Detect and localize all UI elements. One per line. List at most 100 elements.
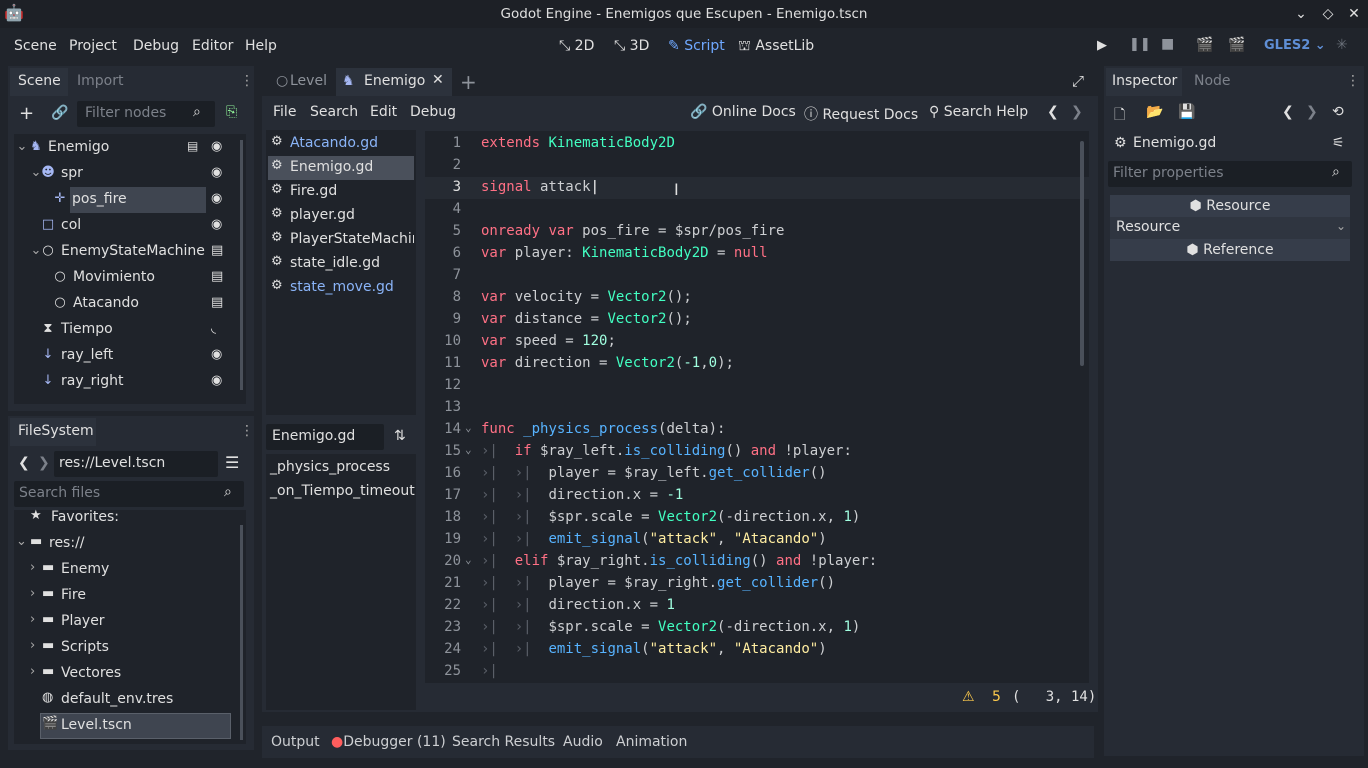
close-tab-icon[interactable]: ✕ — [432, 72, 444, 88]
tab-level[interactable]: ○ Level — [268, 68, 336, 96]
tab-filesystem[interactable]: FileSystem — [10, 418, 96, 446]
search-help-button[interactable]: ⚲ Search Help — [929, 104, 1028, 120]
visibility-icon[interactable]: ◉ — [211, 373, 222, 388]
visibility-icon[interactable]: ◉ — [211, 139, 222, 154]
folder-enemy[interactable]: › ▬ Enemy — [14, 557, 238, 583]
tab-output[interactable]: Output — [271, 734, 320, 750]
history-forward-icon[interactable]: ❯ — [1306, 104, 1318, 120]
open-folder-icon[interactable]: 📂 — [1146, 104, 1163, 120]
workspace-script[interactable]: ✎ Script — [668, 38, 725, 54]
new-tab-icon[interactable]: + — [460, 70, 477, 94]
dock-menu-icon[interactable]: ⋮ — [240, 73, 254, 89]
script-item-enemigo[interactable]: ⚙ Enemigo.gd — [268, 156, 414, 180]
script-attached-icon[interactable]: ▤ — [187, 139, 198, 153]
menu-project[interactable]: Project — [69, 38, 117, 54]
play-custom-scene-icon[interactable]: 🎬 — [1228, 37, 1245, 53]
fold-icon[interactable]: ⌄ — [465, 421, 472, 434]
minimize-button[interactable]: ⌄ — [1291, 4, 1311, 24]
script-menu-debug[interactable]: Debug — [410, 104, 456, 120]
file-default-env[interactable]: ◍ default_env.tres — [14, 687, 238, 713]
add-node-icon[interactable]: + — [19, 103, 34, 124]
file-level-tscn[interactable]: 🎬 Level.tscn — [14, 713, 238, 739]
reference-section-header[interactable]: ⬢ Reference — [1110, 239, 1350, 261]
pause-icon[interactable]: ❚❚ — [1129, 37, 1151, 52]
maximize-button[interactable]: ◇ — [1318, 4, 1338, 24]
script-item-playerstatemachine[interactable]: ⚙ PlayerStateMachine.gd — [268, 228, 414, 252]
tab-node[interactable]: Node — [1194, 73, 1231, 89]
tab-debugger[interactable]: ●Debugger (11) — [331, 734, 446, 750]
forward-icon[interactable]: ❯ — [38, 455, 50, 471]
signals-icon[interactable]: ◟ — [211, 321, 216, 336]
fold-icon[interactable]: ⌄ — [465, 553, 472, 566]
script-menu-edit[interactable]: Edit — [370, 104, 397, 120]
script-menu-file[interactable]: File — [273, 104, 296, 120]
visibility-icon[interactable]: ◉ — [211, 165, 222, 180]
search-files-input[interactable]: Search files ⌕ — [14, 481, 244, 507]
warning-icon[interactable]: ⚠ — [962, 689, 975, 705]
object-properties-icon[interactable]: ⚟ — [1332, 135, 1345, 151]
tab-scene[interactable]: Scene — [10, 68, 68, 96]
dock-menu-icon[interactable]: ⋮ — [240, 423, 254, 439]
menu-debug[interactable]: Debug — [133, 38, 179, 54]
scene-node-enemystatemachine[interactable]: ⌄ ○ EnemyStateMachine ▤ — [14, 239, 244, 265]
visibility-icon[interactable]: ◉ — [211, 347, 222, 362]
scene-node-atacando[interactable]: ○ Atacando ▤ — [14, 291, 244, 317]
history-back-icon[interactable]: ❮ — [1282, 104, 1294, 120]
method-filter-field[interactable]: Enemigo.gd — [266, 424, 384, 450]
script-item-state-move[interactable]: ⚙ state_move.gd — [268, 276, 414, 300]
close-button[interactable]: ✕ — [1344, 4, 1364, 24]
filter-nodes-input[interactable]: Filter nodes ⌕ — [77, 101, 215, 127]
tab-animation[interactable]: Animation — [616, 734, 687, 750]
folder-fire[interactable]: › ▬ Fire — [14, 583, 238, 609]
method-item[interactable]: _on_Tiempo_timeout — [270, 483, 415, 499]
visibility-icon[interactable]: ◉ — [211, 217, 222, 232]
instance-scene-icon[interactable]: ⎘ — [226, 104, 237, 120]
script-item-player[interactable]: ⚙ player.gd — [268, 204, 414, 228]
method-item[interactable]: _physics_process — [270, 459, 390, 475]
play-icon[interactable]: ▶ — [1097, 38, 1107, 53]
filter-properties-input[interactable]: Filter properties ⌕ — [1108, 161, 1352, 187]
history-icon[interactable]: ⟲ — [1332, 104, 1344, 120]
view-mode-icon[interactable]: ☰ — [225, 453, 239, 472]
back-icon[interactable]: ❮ — [18, 455, 30, 471]
scene-node-ray-left[interactable]: ↓ ray_left ◉ — [14, 343, 244, 369]
workspace-2d[interactable]: ⤡ 2D — [559, 38, 594, 54]
history-forward-icon[interactable]: ❯ — [1071, 104, 1083, 120]
tab-inspector[interactable]: Inspector — [1106, 68, 1182, 96]
scene-tree-scrollbar[interactable] — [240, 140, 243, 390]
scene-node-col[interactable]: □ col ◉ — [14, 213, 244, 239]
tab-import[interactable]: Import — [77, 73, 123, 89]
fullscreen-icon[interactable]: ⤢ — [1072, 72, 1084, 90]
visibility-icon[interactable]: ◉ — [211, 191, 222, 206]
history-back-icon[interactable]: ❮ — [1047, 104, 1059, 120]
tab-enemigo[interactable]: ♞ Enemigo ✕ — [336, 68, 452, 96]
online-docs-button[interactable]: 🔗 Online Docs — [690, 104, 796, 120]
folder-res[interactable]: ⌄ ▬ res:// — [14, 531, 238, 557]
favorites-item[interactable]: ★ Favorites: — [14, 505, 238, 531]
script-attached-icon[interactable]: ▤ — [211, 295, 223, 310]
inspected-object[interactable]: Enemigo.gd — [1133, 135, 1216, 151]
code-editor[interactable]: 1 extends KinematicBody2D 2 3 signal attac… — [425, 131, 1089, 683]
script-item-state-idle[interactable]: ⚙ state_idle.gd — [268, 252, 414, 276]
renderer-select[interactable]: GLES2 ⌄ — [1264, 38, 1326, 53]
scene-node-tiempo[interactable]: ⧗ Tiempo ◟ — [14, 317, 244, 343]
script-attached-icon[interactable]: ▤ — [211, 269, 223, 284]
resource-section-header[interactable]: ⬢ Resource — [1110, 195, 1350, 217]
script-item-fire[interactable]: ⚙ Fire.gd — [268, 180, 414, 204]
stop-icon[interactable]: ■ — [1161, 36, 1174, 52]
menu-scene[interactable]: Scene — [14, 38, 57, 54]
menu-editor[interactable]: Editor — [192, 38, 233, 54]
workspace-3d[interactable]: ⤡ 3D — [614, 38, 649, 54]
script-item-atacando[interactable]: ⚙ Atacando.gd — [268, 132, 414, 156]
scene-node-enemigo[interactable]: ⌄ ♞ Enemigo ▤ ◉ — [14, 135, 244, 161]
folder-scripts[interactable]: › ▬ Scripts — [14, 635, 238, 661]
scene-node-movimiento[interactable]: ○ Movimiento ▤ — [14, 265, 244, 291]
file-tree-scrollbar[interactable] — [240, 525, 243, 740]
save-icon[interactable]: 💾 — [1178, 104, 1195, 120]
tab-search-results[interactable]: Search Results — [452, 734, 555, 750]
folder-vectores[interactable]: › ▬ Vectores — [14, 661, 238, 687]
code-scrollbar[interactable] — [1080, 141, 1084, 366]
resource-property-row[interactable]: Resource ⌄ — [1110, 217, 1350, 239]
scene-node-spr[interactable]: ⌄ ☻ spr ◉ — [14, 161, 244, 187]
dock-menu-icon[interactable]: ⋮ — [1346, 73, 1360, 89]
